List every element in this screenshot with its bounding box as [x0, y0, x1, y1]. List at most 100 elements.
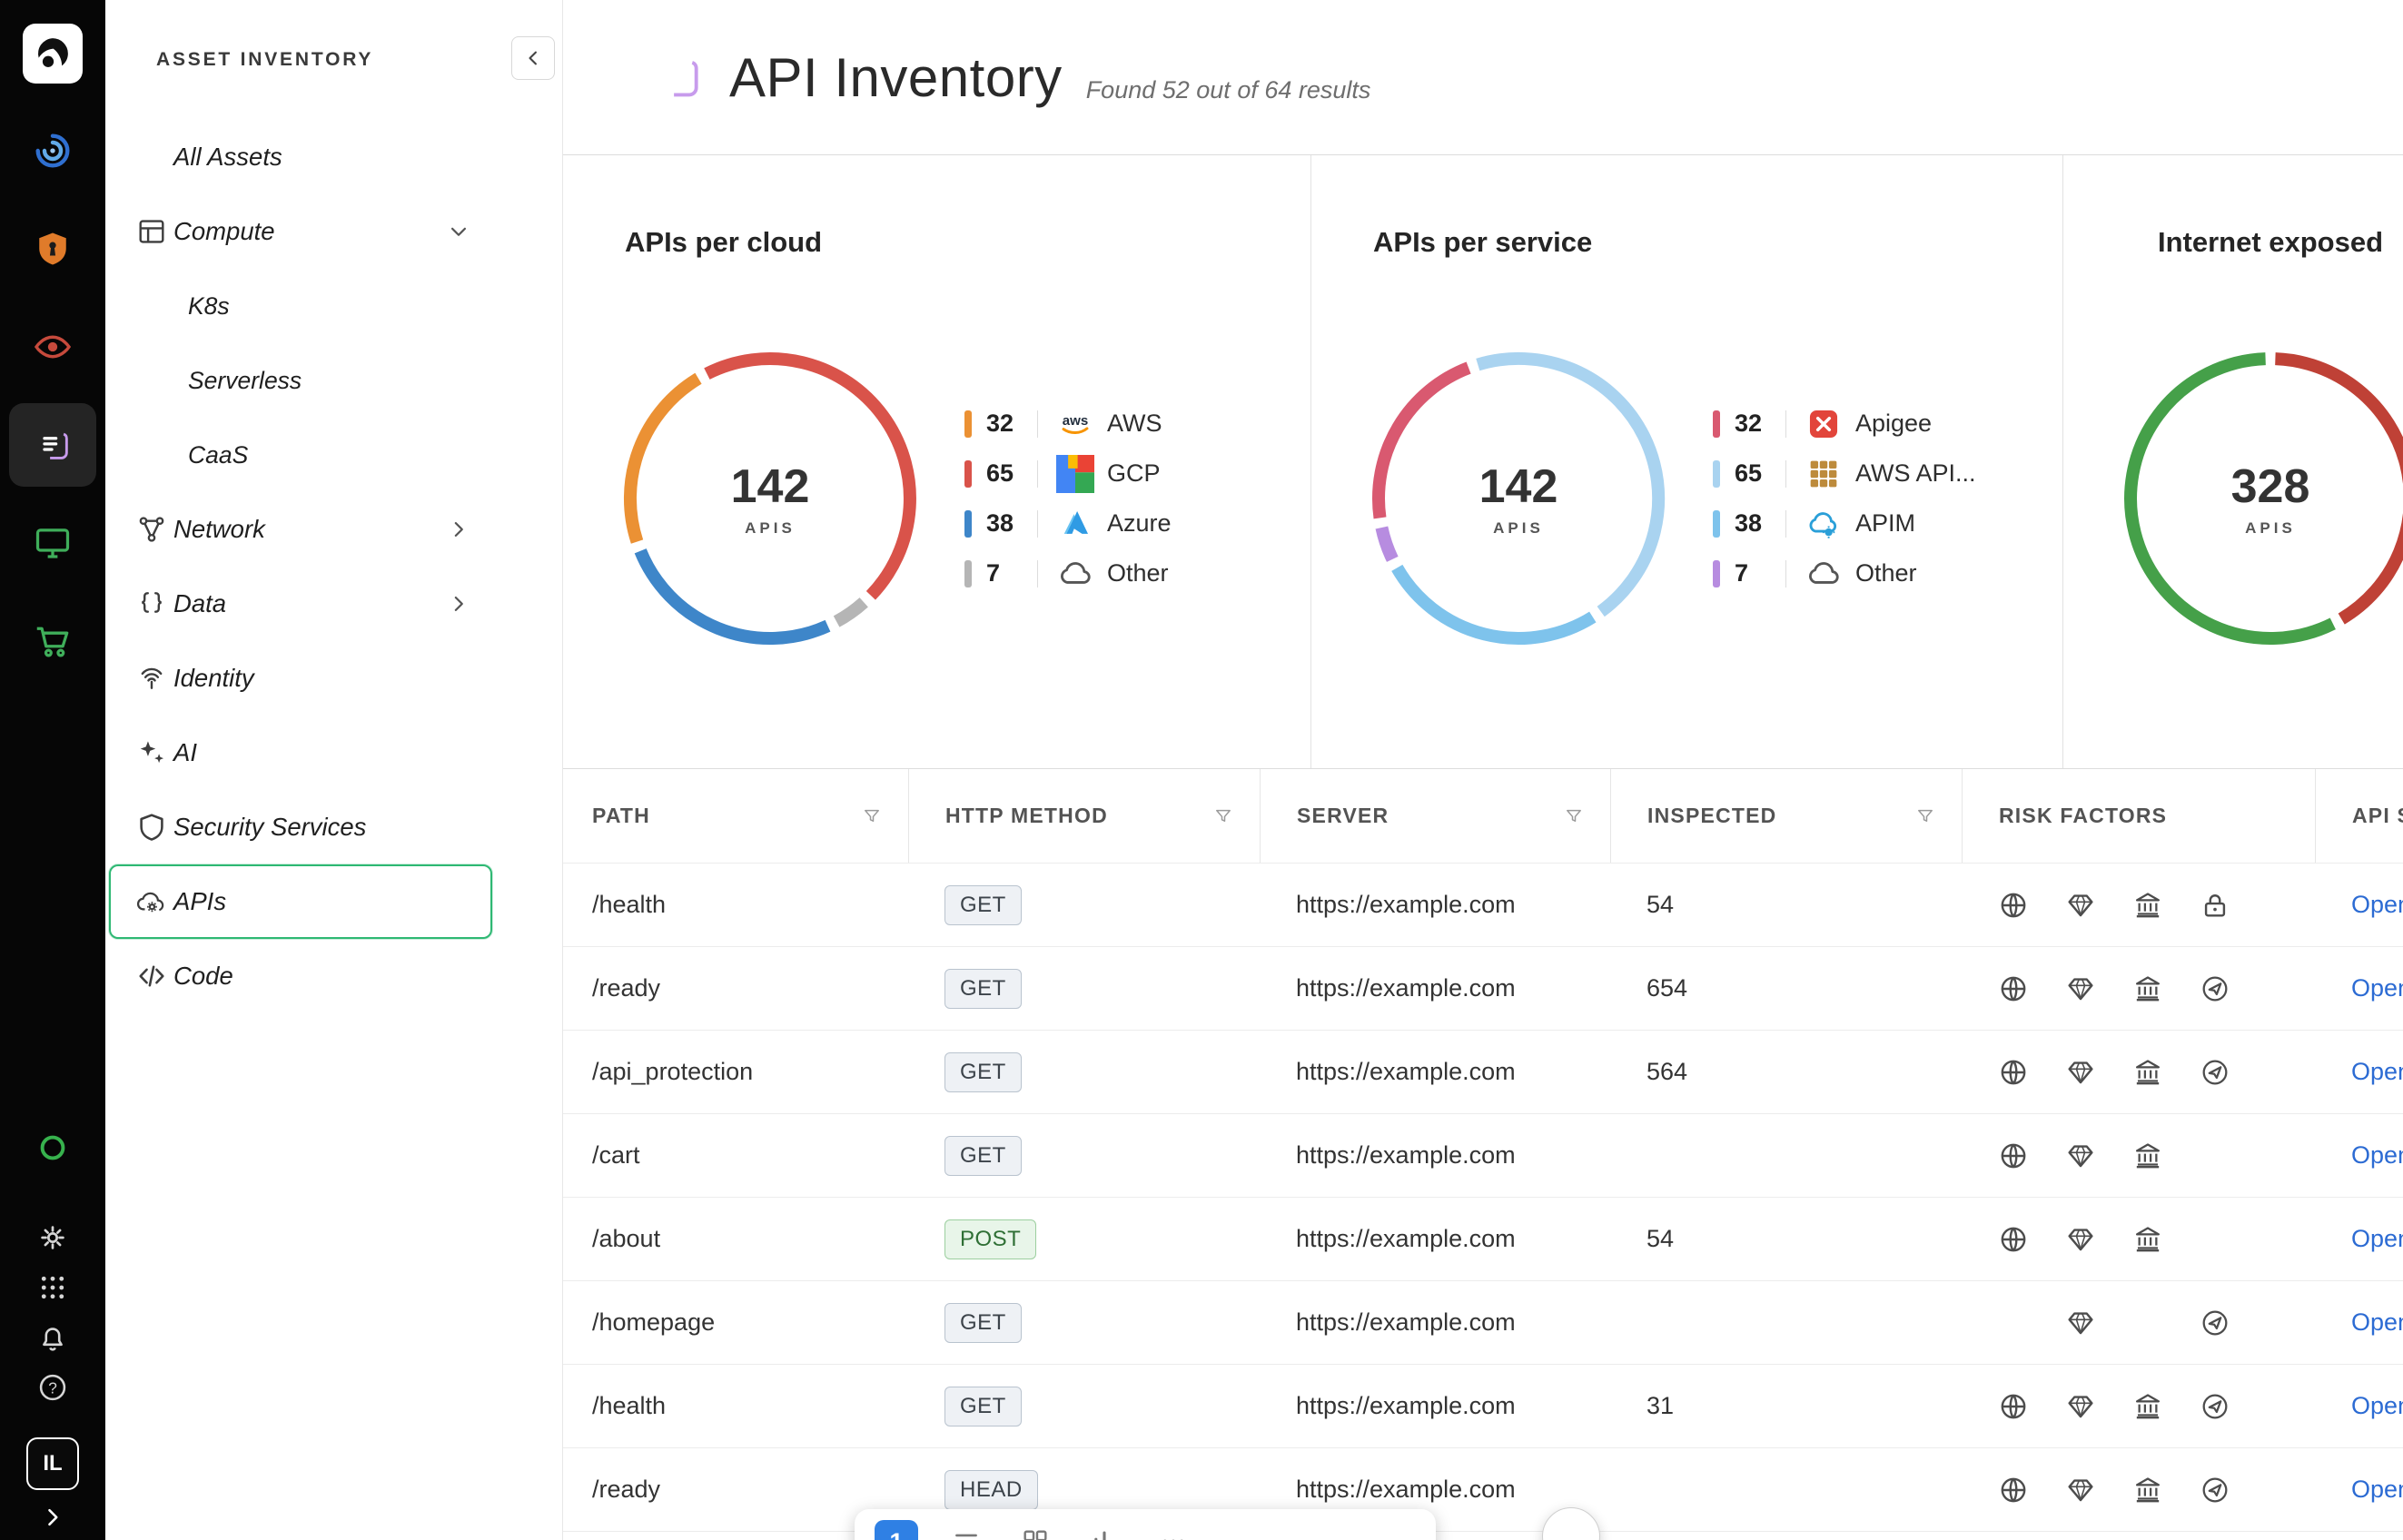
table-row[interactable]: /healthGEThttps://example.com54OpenAPI: [563, 863, 2403, 947]
sidebar-item-serverless[interactable]: Serverless: [109, 343, 492, 418]
legend-color-tick: [964, 460, 972, 488]
api-spec-link[interactable]: OpenAPI: [2351, 974, 2403, 1002]
table-row[interactable]: /aboutPOSThttps://example.com54OpenAPI: [563, 1198, 2403, 1281]
more-options-button[interactable]: [1152, 1525, 1194, 1540]
funnel-icon[interactable]: [1563, 805, 1585, 827]
sidebar-item-label: All Assets: [173, 143, 282, 172]
column-header-http-method[interactable]: HTTP METHOD: [908, 769, 1260, 863]
pagination-page-1[interactable]: 1: [875, 1520, 918, 1540]
table-row[interactable]: /homepageGEThttps://example.comOpenAPI: [563, 1281, 2403, 1365]
table-row[interactable]: /healthGEThttps://example.com31OpenAPI: [563, 1365, 2403, 1448]
column-header-inspected[interactable]: INSPECTED: [1610, 769, 1962, 863]
table-row[interactable]: /api_protectionGEThttps://example.com564…: [563, 1031, 2403, 1114]
chart-legend: 32AWS65GCP38Azure7Other: [964, 405, 1172, 592]
sidebar-item-identity[interactable]: Identity: [109, 641, 492, 716]
funnel-icon[interactable]: [1914, 805, 1936, 827]
risk-slot-lock: [2200, 890, 2267, 921]
sidebar-item-code[interactable]: Code: [109, 939, 492, 1013]
risk-slot-globe: [1998, 890, 2065, 921]
api-spec-link[interactable]: OpenAPI: [2351, 1308, 2403, 1336]
sidebar-item-security-services[interactable]: Security Services: [109, 790, 492, 864]
sidebar-collapse-button[interactable]: [511, 36, 555, 80]
rows-view-button[interactable]: [945, 1525, 987, 1540]
api-spec-link[interactable]: OpenAPI: [2351, 1392, 2403, 1419]
help-icon: [36, 1371, 69, 1404]
api-spec-cell: OpenAPI: [2315, 1141, 2403, 1170]
rail-expand-button[interactable]: [32, 1501, 74, 1536]
rail-item-apis[interactable]: [9, 403, 96, 487]
column-label: HTTP METHOD: [945, 804, 1108, 828]
funnel-icon[interactable]: [861, 805, 883, 827]
http-method-badge: GET: [944, 1387, 1022, 1426]
path-cell: /health: [563, 1392, 908, 1420]
compute-icon: [135, 215, 168, 248]
charts-row: APIs per cloud142APIs32AWS65GCP38Azure7O…: [563, 155, 2403, 769]
azure-icon: [1056, 505, 1094, 543]
cloud-icon: [1056, 555, 1094, 593]
apps-grid-button[interactable]: [9, 1262, 96, 1312]
user-avatar[interactable]: IL: [26, 1437, 79, 1490]
globe-icon: [1998, 1391, 2029, 1422]
api-spec-link[interactable]: OpenAPI: [2351, 1225, 2403, 1252]
sidebar-item-all-assets[interactable]: All Assets: [109, 120, 492, 194]
legend-item-apigee: 32Apigee: [1713, 405, 1976, 442]
rail-item-eye[interactable]: [9, 298, 96, 396]
legend-label: AWS API...: [1855, 459, 1976, 488]
column-header-path[interactable]: PATH: [563, 769, 908, 863]
donut-total-label: APIs: [745, 519, 796, 538]
table-row[interactable]: /readyHEADhttps://example.comOpenAPI: [563, 1448, 2403, 1532]
http-method-badge: GET: [944, 1052, 1022, 1092]
server-cell: https://example.com: [1260, 1141, 1610, 1170]
api-spec-link[interactable]: OpenAPI: [2351, 1058, 2403, 1085]
legend-item-other: 7Other: [1713, 555, 1976, 592]
cloud-icon: [1805, 555, 1843, 593]
grid-view-button[interactable]: [1014, 1525, 1056, 1540]
api-spec-cell: OpenAPI: [2315, 974, 2403, 1002]
sidebar-item-compute[interactable]: Compute: [109, 194, 492, 269]
table-row[interactable]: /readyGEThttps://example.com654OpenAPI: [563, 947, 2403, 1031]
legend-color-tick: [1713, 410, 1720, 438]
swirl-icon: [32, 130, 74, 172]
rail-item-swirl[interactable]: [9, 102, 96, 200]
chart-view-button[interactable]: [1083, 1525, 1125, 1540]
send-icon: [2200, 973, 2230, 1004]
brand-logo[interactable]: [23, 24, 83, 84]
sparkles-icon: [135, 736, 168, 769]
avatar-initials: IL: [43, 1451, 62, 1476]
chevron-left-icon: [520, 45, 546, 71]
api-spec-link[interactable]: OpenAPI: [2351, 891, 2403, 918]
api-spec-cell: OpenAPI: [2315, 1225, 2403, 1253]
rail-item-monitor[interactable]: [9, 494, 96, 592]
aws-icon: [1056, 405, 1094, 443]
sidebar-item-network[interactable]: Network: [109, 492, 492, 567]
funnel-icon[interactable]: [1212, 805, 1234, 827]
column-header-server[interactable]: SERVER: [1260, 769, 1610, 863]
sidebar-item-caas[interactable]: CaaS: [109, 418, 492, 492]
legend-item-apim: 38APIM: [1713, 505, 1976, 542]
http-method-cell: GET: [908, 1303, 1260, 1343]
globe-icon: [1998, 1475, 2029, 1505]
sidebar-item-apis[interactable]: APIs: [109, 864, 492, 939]
sidebar-item-data[interactable]: Data: [109, 567, 492, 641]
settings-button[interactable]: [9, 1212, 96, 1262]
sidebar-item-label: Serverless: [188, 367, 302, 395]
sidebar: ASSET INVENTORY All AssetsComputeK8sServ…: [105, 0, 563, 1540]
sidebar-item-ai[interactable]: AI: [109, 716, 492, 790]
table-row[interactable]: /cartGEThttps://example.comOpenAPI: [563, 1114, 2403, 1198]
bank-icon: [2132, 1057, 2163, 1088]
help-button[interactable]: [9, 1362, 96, 1412]
api-spec-link[interactable]: OpenAPI: [2351, 1141, 2403, 1169]
sidebar-item-k8s[interactable]: K8s: [109, 269, 492, 343]
table-row[interactable]: /api_protectionGEThttps://example.com98O…: [563, 1532, 2403, 1540]
inspected-cell: 31: [1610, 1392, 1962, 1420]
rail-item-cart[interactable]: [9, 592, 96, 690]
risk-slot-gem: [2065, 1140, 2132, 1171]
legend-value: 65: [986, 459, 1033, 488]
http-method-badge: GET: [944, 885, 1022, 925]
green-circle-logo[interactable]: [9, 1122, 96, 1172]
column-header-api-spec: API SPEC: [2315, 769, 2403, 863]
rail-item-shield[interactable]: [9, 200, 96, 298]
notifications-button[interactable]: [9, 1312, 96, 1362]
globe-icon: [1998, 1140, 2029, 1171]
api-spec-link[interactable]: OpenAPI: [2351, 1476, 2403, 1503]
